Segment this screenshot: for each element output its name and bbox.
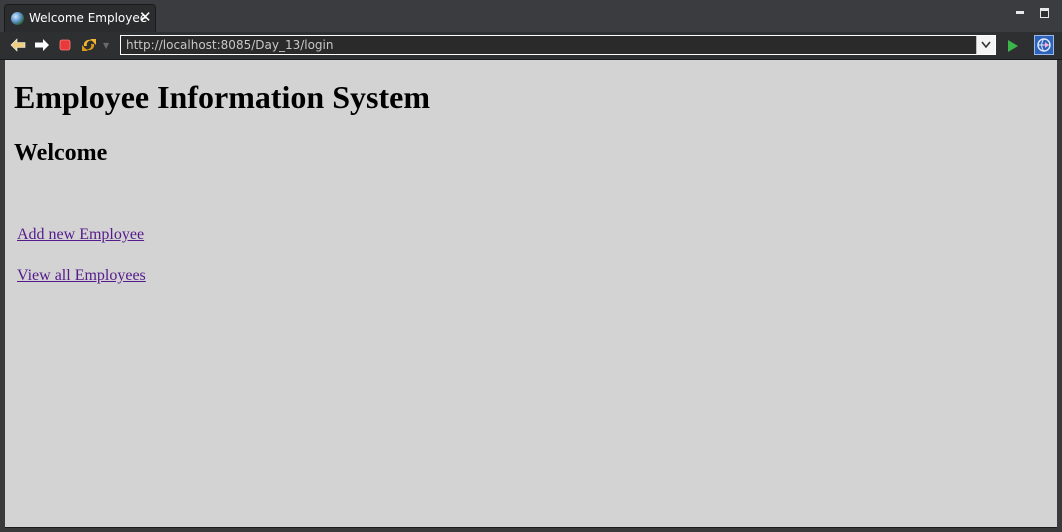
browser-icon	[1037, 38, 1051, 52]
add-employee-link[interactable]: Add new Employee	[17, 226, 144, 244]
refresh-icon[interactable]	[81, 37, 97, 53]
window-border-right	[1057, 60, 1062, 532]
go-icon[interactable]	[1005, 38, 1021, 54]
page-content: Employee Information System Welcome Add …	[5, 60, 1057, 528]
view-employees-link[interactable]: View all Employees	[17, 267, 146, 285]
address-bar[interactable]	[120, 35, 996, 55]
minimize-icon[interactable]	[1014, 6, 1026, 18]
url-input[interactable]	[123, 37, 979, 53]
back-arrow-icon[interactable]	[10, 37, 26, 53]
tab-bar: Welcome Employee ✕	[0, 0, 1062, 33]
tab-welcome-employee[interactable]: Welcome Employee ✕	[4, 4, 156, 32]
url-dropdown-button[interactable]	[976, 36, 995, 54]
tab-title: Welcome Employee	[29, 11, 148, 25]
external-browser-icon[interactable]	[1034, 35, 1054, 55]
forward-arrow-icon[interactable]	[34, 37, 50, 53]
globe-icon	[11, 12, 24, 25]
page-title: Employee Information System	[14, 79, 430, 115]
maximize-icon[interactable]	[1038, 6, 1050, 18]
history-dropdown-icon[interactable]: ▼	[103, 41, 109, 50]
welcome-heading: Welcome	[14, 140, 108, 166]
close-icon[interactable]: ✕	[139, 9, 152, 25]
navigation-toolbar: ▼	[0, 32, 1062, 60]
browser-window: Welcome Employee ✕ ▼ http://localhost:80…	[0, 0, 1062, 532]
chevron-down-icon	[981, 41, 991, 49]
stop-icon[interactable]	[57, 37, 73, 53]
